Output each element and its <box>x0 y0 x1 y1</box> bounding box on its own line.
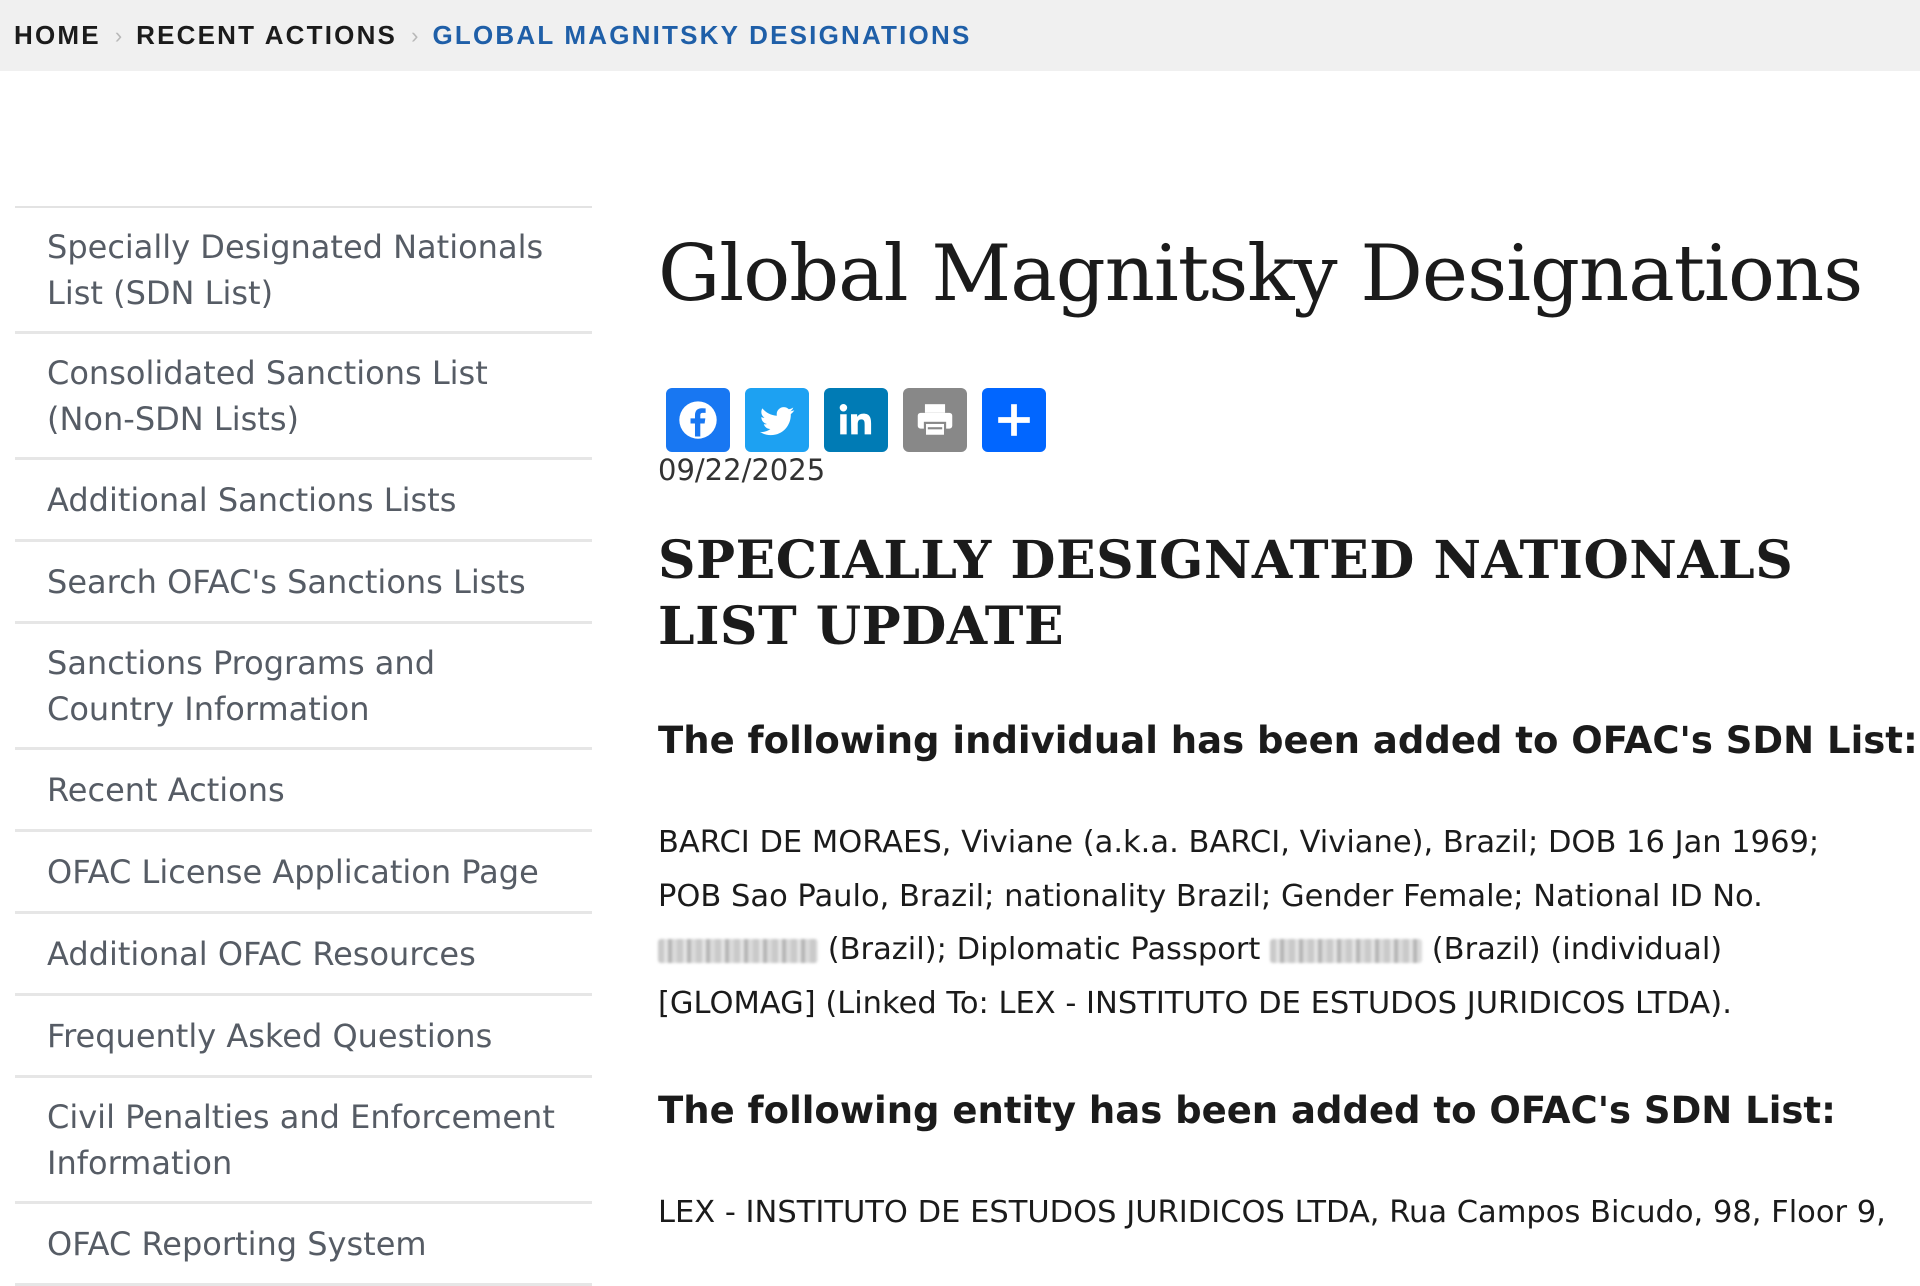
print-icon <box>917 404 953 437</box>
sidebar-item-search-lists[interactable]: Search OFAC's Sanctions Lists <box>15 542 592 624</box>
redacted-passport-number <box>1270 938 1423 963</box>
share-plus-icon <box>998 404 1030 436</box>
entity-heading: The following entity has been added to O… <box>658 1089 1836 1132</box>
individual-entry-text: (Brazil); Diplomatic Passport <box>827 932 1261 967</box>
facebook-icon <box>679 401 717 439</box>
publish-date: 09/22/2025 <box>658 453 826 487</box>
breadcrumb-chevron-icon: › <box>114 22 123 48</box>
sidebar-item-additional-lists[interactable]: Additional Sanctions Lists <box>15 460 592 542</box>
print-button[interactable] <box>903 388 967 452</box>
facebook-share-button[interactable] <box>666 388 730 452</box>
main-content: Global Magnitsky Designations 09/22/2025… <box>658 206 1918 1240</box>
individual-heading: The following individual has been added … <box>658 719 1918 762</box>
sidebar-item-sdn-list[interactable]: Specially Designated Nationals List (SDN… <box>15 208 592 334</box>
sidebar-item-consolidated-list[interactable]: Consolidated Sanctions List (Non-SDN Lis… <box>15 334 592 460</box>
breadcrumb-recent-actions-link[interactable]: RECENT ACTIONS <box>136 20 397 51</box>
sidebar-nav: Specially Designated Nationals List (SDN… <box>15 206 592 1286</box>
sidebar-item-sanctions-programs[interactable]: Sanctions Programs and Country Informati… <box>15 624 592 750</box>
sidebar-item-license-application[interactable]: OFAC License Application Page <box>15 832 592 914</box>
breadcrumb-home-link[interactable]: HOME <box>14 20 101 51</box>
page-title: Global Magnitsky Designations <box>658 229 1863 319</box>
linkedin-icon <box>839 404 872 435</box>
sidebar-item-faq[interactable]: Frequently Asked Questions <box>15 996 592 1078</box>
twitter-share-button[interactable] <box>745 388 809 452</box>
breadcrumb: HOME › RECENT ACTIONS › GLOBAL MAGNITSKY… <box>0 0 1920 71</box>
linkedin-share-button[interactable] <box>824 388 888 452</box>
breadcrumb-current-page: GLOBAL MAGNITSKY DESIGNATIONS <box>432 20 972 50</box>
sidebar-item-civil-penalties[interactable]: Civil Penalties and Enforcement Informat… <box>15 1078 592 1204</box>
sidebar-item-reporting-system[interactable]: OFAC Reporting System <box>15 1204 592 1286</box>
share-more-button[interactable] <box>982 388 1046 452</box>
individual-entry-text: BARCI DE MORAES, Viviane (a.k.a. BARCI, … <box>658 825 1820 914</box>
breadcrumb-chevron-icon: › <box>411 22 419 48</box>
individual-entry: BARCI DE MORAES, Viviane (a.k.a. BARCI, … <box>658 816 1888 1030</box>
twitter-icon <box>759 407 795 436</box>
section-title: SPECIALLY DESIGNATED NATIONALS LIST UPDA… <box>658 530 1794 657</box>
entity-entry: LEX - INSTITUTO DE ESTUDOS JURIDICOS LTD… <box>658 1195 1886 1230</box>
sidebar-item-additional-resources[interactable]: Additional OFAC Resources <box>15 914 592 996</box>
sidebar-item-recent-actions[interactable]: Recent Actions <box>15 750 592 832</box>
redacted-national-id <box>658 938 818 963</box>
share-toolbar <box>666 388 1898 452</box>
